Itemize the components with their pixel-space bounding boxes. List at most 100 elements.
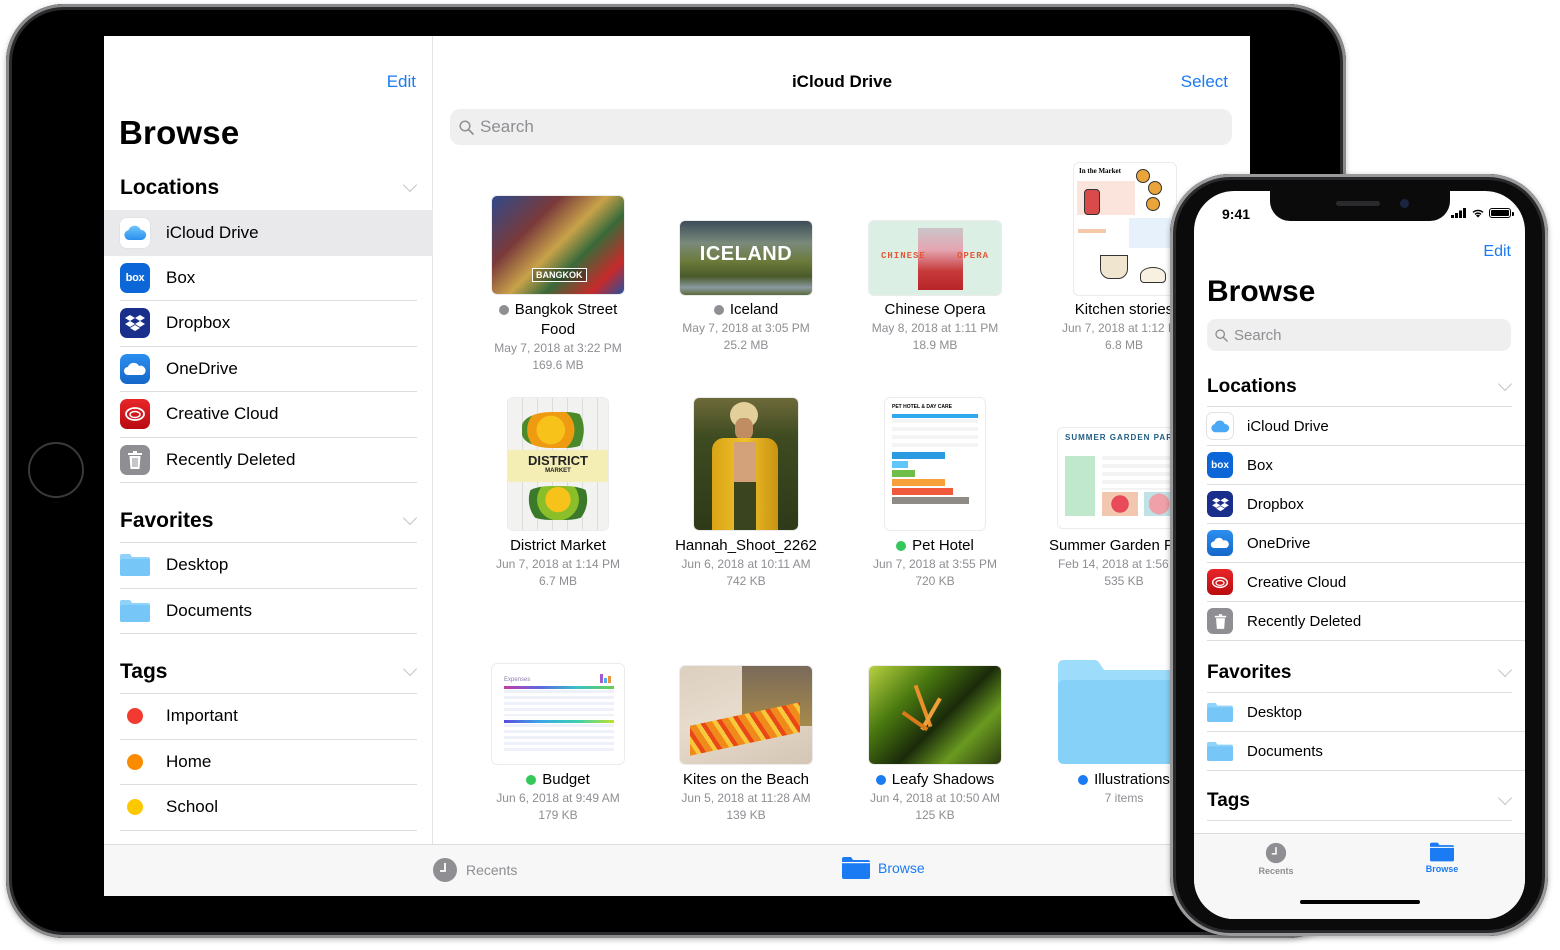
file-item-pet-hotel[interactable]: PET HOTEL & DAY CARE Pet Hotel Jun 7, 20… [841,398,1029,598]
tab-browse-label: Browse [1425,864,1459,874]
sidebar-item-box[interactable]: box Box [1207,446,1525,485]
tags-header[interactable]: Tags [120,650,418,694]
sidebar-item-label: Creative Cloud [1247,573,1347,591]
thumb-text: DISTRICT [528,453,588,468]
box-icon: box [1207,452,1233,478]
yellow-tag-icon [127,799,143,816]
chevron-down-icon[interactable] [1497,376,1513,391]
tab-browse[interactable]: Browse [842,857,925,879]
chevron-down-icon[interactable] [402,661,418,676]
main-pane: iCloud Drive Select Search BANGKOK Bangk… [434,36,1250,844]
file-item-bangkok[interactable]: BANGKOK Bangkok Street Food May 7, 2018 … [464,196,652,376]
sidebar-item-label: OneDrive [166,358,238,378]
tab-browse[interactable]: Browse [1402,842,1482,874]
locations-header-label: Locations [120,176,220,199]
thumb-text: Expenses [504,677,531,683]
folder-icon [1430,842,1454,862]
file-item-budget[interactable]: Expenses Budget Jun 6, 2018 at 9:49 AM 1… [464,664,652,834]
file-item-leafy-shadows[interactable]: Leafy Shadows Jun 4, 2018 at 10:50 AM 12… [841,664,1029,834]
tab-recents[interactable]: Recents [432,857,517,883]
sidebar-item-label: OneDrive [1247,534,1311,552]
sidebar-item-label: Documents [1247,742,1323,760]
sidebar-item-box[interactable]: box Box [120,256,417,301]
file-size: 25.2 MB [723,338,769,352]
chevron-down-icon[interactable] [402,510,418,525]
sidebar-item-creative-cloud[interactable]: Creative Cloud [120,392,417,438]
sidebar-item-tag-home[interactable]: Home [120,740,417,785]
file-item-kites-on-the-beach[interactable]: Kites on the Beach Jun 5, 2018 at 11:28 … [652,664,840,834]
file-date: Jun 7, 2018 at 3:55 PM [872,557,998,571]
tags-header[interactable]: Tags [1207,781,1513,821]
sidebar-item-recently-deleted[interactable]: Recently Deleted [1207,602,1525,641]
file-item-iceland[interactable]: ICELAND Iceland May 7, 2018 at 3:05 PM 2… [652,196,840,376]
home-indicator[interactable] [1300,900,1420,904]
sidebar-item-desktop[interactable]: Desktop [120,543,417,589]
sidebar-item-label: Dropbox [1247,495,1304,513]
file-size: 179 KB [538,808,578,822]
file-item-chinese-opera[interactable]: CHINESE OPERA Chinese Opera May 8, 2018 … [841,196,1029,376]
file-name-line2: Food [540,321,576,338]
sidebar-item-dropbox[interactable]: Dropbox [1207,485,1525,524]
icloud-icon [1207,413,1233,439]
sidebar-item-label: Desktop [166,555,229,575]
edit-button[interactable]: Edit [387,72,416,92]
tab-recents[interactable]: Recents [1236,842,1316,876]
cellular-signal-icon [1451,208,1466,218]
edit-button[interactable]: Edit [1483,243,1511,261]
iphone-screen: 9:41 Edit Browse Search Locations iCloud… [1194,191,1525,919]
locations-header[interactable]: Locations [104,166,433,210]
search-input[interactable]: Search [1207,319,1511,351]
locations-header-label: Locations [1207,375,1297,397]
sidebar-item-label: Home [166,751,212,771]
search-placeholder: Search [1234,326,1282,344]
locations-header[interactable]: Locations [1207,367,1513,407]
thumb-text: ICELAND [699,243,793,265]
sidebar-item-label: School [166,797,218,817]
sidebar-item-icloud-drive[interactable]: iCloud Drive [104,210,433,256]
file-thumbnail: ICELAND [680,221,812,295]
battery-icon [1489,208,1514,218]
favorites-header[interactable]: Favorites [1207,653,1513,693]
file-thumbnail: Expenses [492,664,624,764]
sidebar-item-creative-cloud[interactable]: Creative Cloud [1207,563,1525,602]
folder-icon [120,599,150,622]
red-tag-icon [127,708,143,725]
home-button[interactable] [28,442,84,498]
icloud-icon [120,217,150,248]
file-size: 6.7 MB [538,574,577,588]
blue-tag-icon [1078,775,1089,785]
file-size: 18.9 MB [912,338,958,352]
file-date: Jun 4, 2018 at 10:50 AM [869,791,1001,805]
file-item-hannah-shoot[interactable]: Hannah_Shoot_2262 Jun 6, 2018 at 10:11 A… [652,398,840,598]
sidebar-item-tag-school[interactable]: School [120,785,417,831]
sidebar-item-label: iCloud Drive [1247,417,1329,435]
favorites-header[interactable]: Favorites [120,499,418,543]
file-thumbnail: DISTRICT MARKET [508,398,608,530]
chevron-down-icon[interactable] [1497,662,1513,677]
wifi-icon [1472,209,1484,218]
sidebar-item-tag-important[interactable]: Important [120,694,417,740]
file-size: 125 KB [915,808,955,822]
sidebar-item-label: Recently Deleted [1247,612,1362,630]
file-item-district-market[interactable]: DISTRICT MARKET District Market Jun 7, 2… [464,398,652,598]
sidebar-item-icloud-drive[interactable]: iCloud Drive [1207,407,1525,446]
folder-icon [1207,702,1233,722]
page-title: Browse [1207,275,1316,308]
sidebar-item-documents[interactable]: Documents [120,589,417,634]
file-name: Iceland [729,301,779,318]
locations-section: Locations iCloud Drive box Box Dropbox O… [1194,367,1525,641]
status-bar-right [1451,208,1514,218]
sidebar-item-documents[interactable]: Documents [1207,732,1525,771]
file-name: Chinese Opera [884,301,986,318]
chevron-down-icon[interactable] [1497,790,1513,805]
sidebar-item-desktop[interactable]: Desktop [1207,693,1525,732]
sidebar-item-onedrive[interactable]: OneDrive [120,347,417,392]
sidebar-item-dropbox[interactable]: Dropbox [120,301,417,347]
sidebar-item-onedrive[interactable]: OneDrive [1207,524,1525,563]
sidebar-item-recently-deleted[interactable]: Recently Deleted [120,438,417,483]
chevron-down-icon[interactable] [402,177,418,193]
sidebar-item-label: iCloud Drive [166,222,259,242]
tags-section: Tags Important Home School [104,650,433,831]
clock-icon [1265,842,1287,864]
file-name: District Market [510,537,606,554]
